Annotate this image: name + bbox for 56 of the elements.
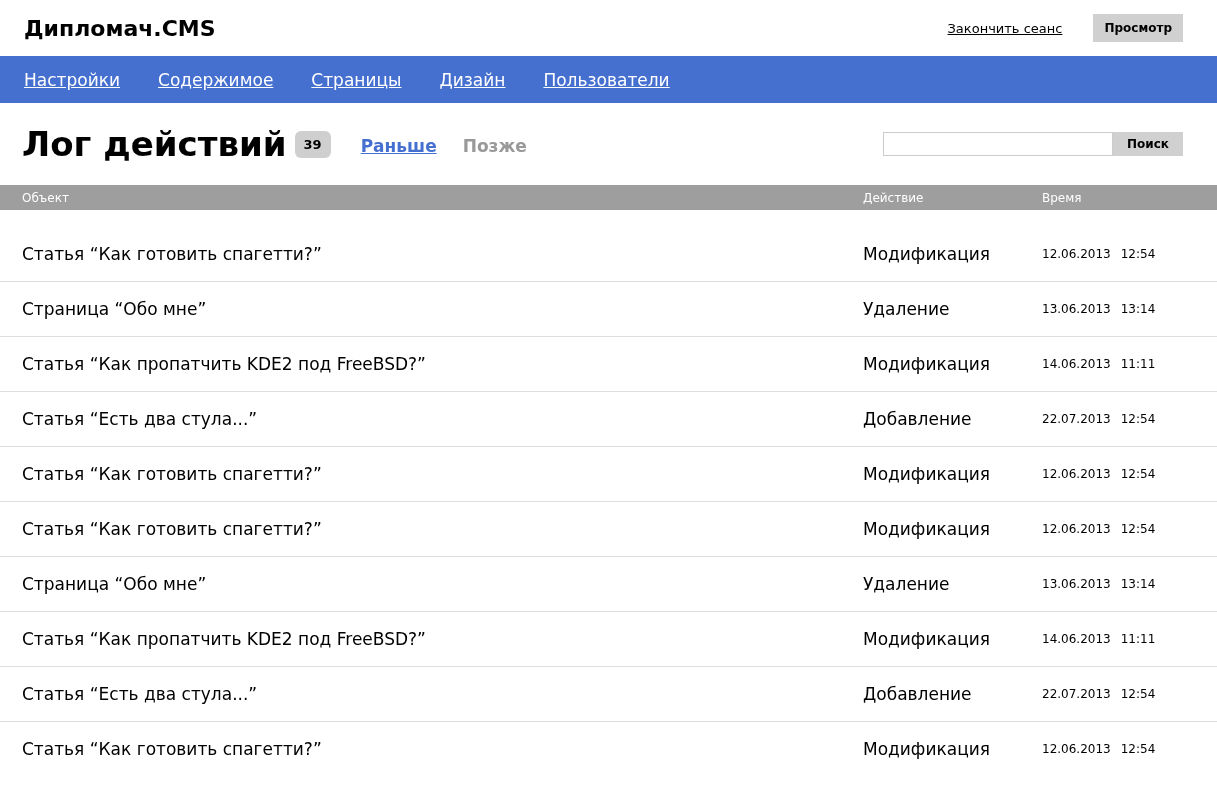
table-cell: 12:54 bbox=[1120, 467, 1156, 481]
table-cell-text: Добавление bbox=[862, 684, 973, 704]
table-cell-text: Статья “Как готовить спагетти?” bbox=[21, 739, 323, 759]
table-cell: 12.06.2013 bbox=[1042, 742, 1111, 756]
table-cell-text: Статья “Как готовить спагетти?” bbox=[21, 244, 323, 264]
table-cell-text: Статья “Как готовить спагетти?” bbox=[21, 464, 323, 484]
table-cell: 12.06.2013 bbox=[1042, 522, 1111, 536]
table-cell: 11:11 bbox=[1120, 357, 1156, 371]
nav-link[interactable]: Содержимое bbox=[158, 69, 274, 90]
column-header: Время bbox=[1042, 190, 1082, 205]
table-cell: 22.07.2013 bbox=[1042, 687, 1111, 701]
table-cell-text: Страница “Обо мне” bbox=[21, 299, 208, 319]
table-cell-text: Модификация bbox=[862, 244, 991, 264]
table-cell: 12.06.2013 bbox=[1042, 467, 1111, 481]
table-cell: 12:54 bbox=[1120, 522, 1156, 536]
table-cell-text: Статья “Как пропатчить KDE2 под FreeBSD?” bbox=[21, 354, 427, 374]
nav-link[interactable]: Пользователи bbox=[543, 69, 670, 90]
preview-button[interactable]: Просмотр bbox=[1093, 14, 1183, 42]
pager-link[interactable]: Раньше bbox=[360, 136, 437, 156]
nav-link[interactable]: Дизайн bbox=[439, 69, 506, 90]
table-cell-text: Статья “Есть два стула...” bbox=[21, 684, 259, 704]
table-cell: 13.06.2013 bbox=[1042, 577, 1111, 591]
table-cell-text: Статья “Как пропатчить KDE2 под FreeBSD?” bbox=[21, 629, 427, 649]
page-title: Лог действий bbox=[22, 124, 287, 164]
search-field[interactable] bbox=[883, 132, 1113, 156]
table-cell-text: Добавление bbox=[862, 409, 973, 429]
table-cell-text: Модификация bbox=[862, 739, 991, 759]
table-cell: 14.06.2013 bbox=[1042, 357, 1111, 371]
table-cell: 12:54 bbox=[1120, 247, 1156, 261]
table-cell-text: Удаление bbox=[862, 299, 951, 319]
table-cell-text: Удаление bbox=[862, 574, 951, 594]
search-button[interactable]: Поиск bbox=[1113, 132, 1183, 156]
column-header: Действие bbox=[862, 190, 925, 205]
table-cell: 13.06.2013 bbox=[1042, 302, 1111, 316]
table-cell-text: Статья “Как готовить спагетти?” bbox=[21, 519, 323, 539]
logo: Дипломач.CMS bbox=[24, 15, 216, 41]
column-header: Объект bbox=[21, 190, 70, 205]
table-cell: 12:54 bbox=[1120, 687, 1156, 701]
table-cell: 13:14 bbox=[1120, 302, 1156, 316]
table-cell-text: Статья “Есть два стула...” bbox=[21, 409, 259, 429]
nav-link[interactable]: Страницы bbox=[311, 69, 402, 90]
table-cell: 14.06.2013 bbox=[1042, 632, 1111, 646]
table-cell: 22.07.2013 bbox=[1042, 412, 1111, 426]
table-cell-text: Модификация bbox=[862, 354, 991, 374]
nav-link[interactable]: Настройки bbox=[24, 69, 120, 90]
table-cell: 12:54 bbox=[1120, 412, 1156, 426]
count-badge: 39 bbox=[294, 130, 331, 158]
logout-link[interactable]: Закончить сеанс bbox=[947, 20, 1063, 36]
table-cell: 12:54 bbox=[1120, 742, 1156, 756]
table-cell: 11:11 bbox=[1120, 632, 1156, 646]
table-cell-text: Модификация bbox=[862, 519, 991, 539]
table-cell-text: Страница “Обо мне” bbox=[21, 574, 208, 594]
table-cell-text: Модификация bbox=[862, 629, 991, 649]
table-cell: 12.06.2013 bbox=[1042, 247, 1111, 261]
table-cell-text: Модификация bbox=[862, 464, 991, 484]
table-cell: 13:14 bbox=[1120, 577, 1156, 591]
